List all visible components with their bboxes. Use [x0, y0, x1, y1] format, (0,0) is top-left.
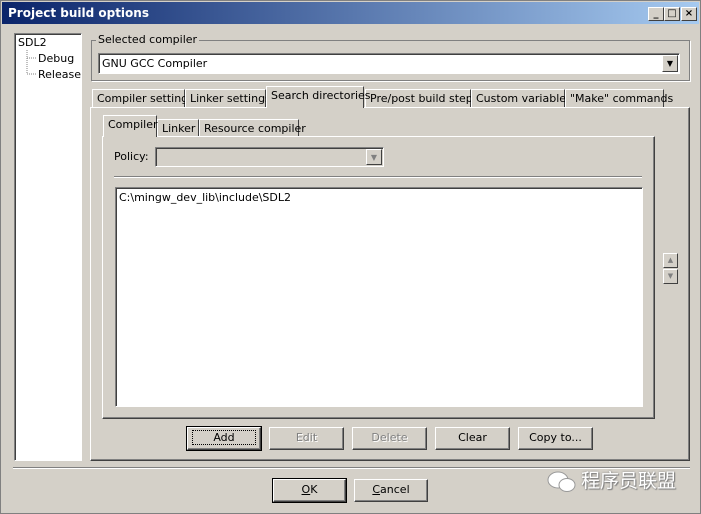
policy-label: Policy: — [114, 150, 149, 163]
tab-linker-settings[interactable]: Linker settings — [185, 89, 271, 108]
window-title: Project build options — [8, 6, 149, 20]
minimize-button[interactable]: _ — [648, 7, 664, 21]
watermark-text: 程序员联盟 — [580, 470, 676, 492]
chevron-down-icon[interactable]: ▼ — [366, 149, 382, 165]
tab-compiler-settings[interactable]: Compiler settings — [92, 89, 194, 108]
close-button[interactable]: × — [681, 7, 697, 21]
ok-button[interactable]: OK — [272, 478, 347, 503]
add-button[interactable]: Add — [186, 426, 262, 451]
tab-custom-variables[interactable]: Custom variables — [471, 89, 572, 108]
tree-item-release[interactable]: Release — [38, 68, 81, 81]
add-button-label: Add — [192, 430, 256, 445]
copy-to-button[interactable]: Copy to... — [518, 427, 593, 450]
cancel-button-mnemonic: C — [372, 483, 381, 496]
title-bar[interactable]: Project build options _ □ × — [2, 2, 699, 24]
tab-make-commands[interactable]: "Make" commands — [565, 89, 673, 108]
cancel-button-label: ancel — [380, 483, 410, 496]
selected-compiler-label: Selected compiler — [96, 33, 200, 46]
move-up-arrow-icon[interactable]: ▲ — [663, 253, 678, 268]
project-build-options-dialog: Project build options _ □ × SDL2 Debug R… — [0, 0, 701, 514]
separator — [114, 176, 642, 178]
compiler-select-value: GNU GCC Compiler — [102, 57, 208, 70]
cancel-button[interactable]: Cancel — [354, 479, 428, 502]
move-down-arrow-icon[interactable]: ▼ — [663, 269, 678, 284]
delete-button[interactable]: Delete — [352, 427, 427, 450]
list-item[interactable]: C:\mingw_dev_lib\include\SDL2 — [119, 191, 291, 204]
wechat-logo-icon — [547, 471, 576, 492]
ok-button-mnemonic: O — [301, 483, 311, 496]
compiler-dirs-subpanel: Policy: ▼ C:\mingw_dev_lib\include\SDL2 — [102, 136, 655, 419]
chevron-down-icon[interactable]: ▼ — [662, 55, 678, 72]
watermark: 程序员联盟 — [547, 466, 676, 493]
tree-lines — [26, 50, 37, 75]
edit-button[interactable]: Edit — [269, 427, 344, 450]
clear-button[interactable]: Clear — [435, 427, 510, 450]
directories-list[interactable]: C:\mingw_dev_lib\include\SDL2 — [115, 187, 643, 407]
maximize-button[interactable]: □ — [664, 7, 680, 21]
target-tree[interactable]: SDL2 Debug Release — [14, 33, 82, 461]
policy-select[interactable]: ▼ — [155, 147, 384, 167]
tab-pre-post-build-steps[interactable]: Pre/post build steps — [365, 89, 479, 108]
tree-item-debug[interactable]: Debug — [38, 52, 74, 65]
compiler-select[interactable]: GNU GCC Compiler ▼ — [98, 53, 680, 74]
subtab-compiler[interactable]: Compiler — [103, 115, 158, 137]
tab-search-directories[interactable]: Search directories — [266, 86, 371, 108]
tree-item-sdl2[interactable]: SDL2 — [18, 36, 47, 49]
search-directories-panel: Compiler Linker Resource compiler Policy… — [90, 107, 690, 461]
ok-button-label: K — [310, 483, 318, 496]
